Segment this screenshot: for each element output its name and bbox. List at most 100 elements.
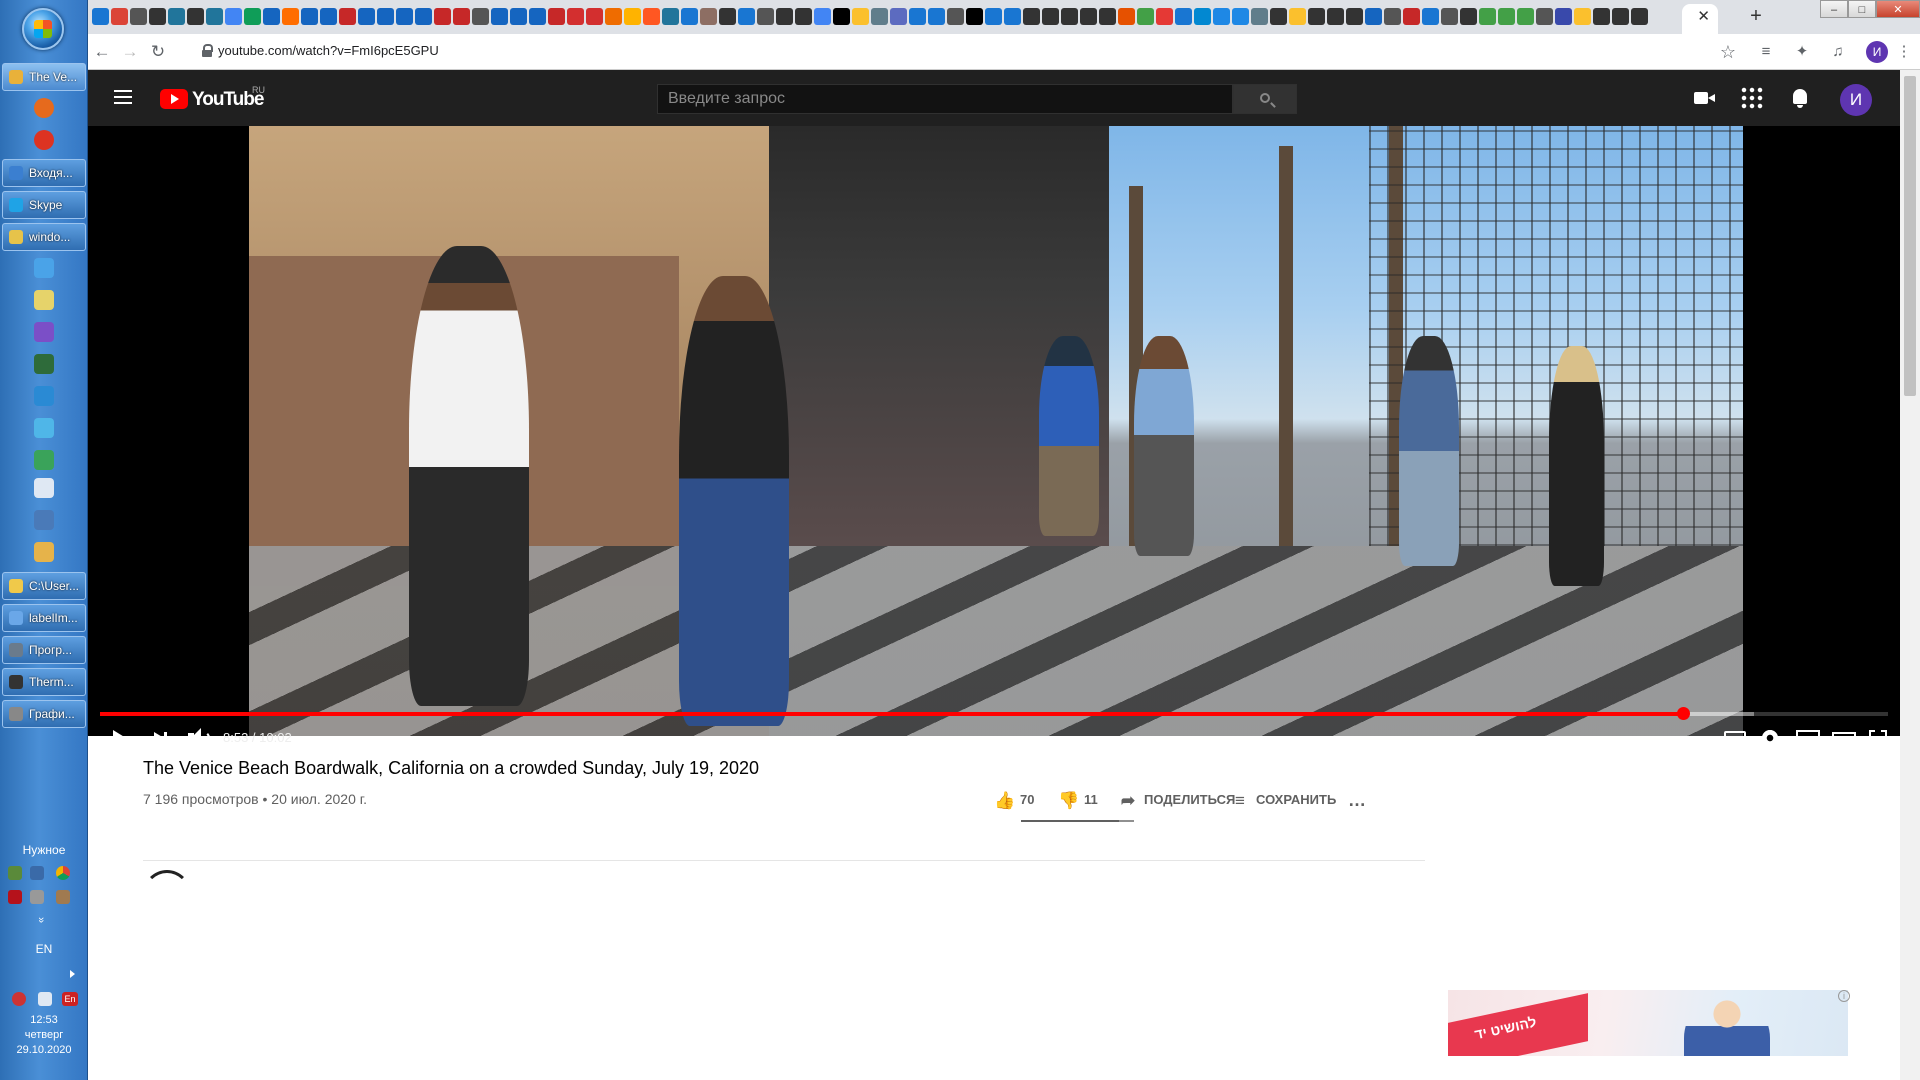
- opera-icon[interactable]: [34, 130, 54, 150]
- pinned-tab-favicon-icon[interactable]: [1479, 8, 1496, 25]
- fullscreen-button[interactable]: [1860, 720, 1896, 756]
- user-avatar[interactable]: И: [1840, 84, 1872, 116]
- pinned-tab-favicon-icon[interactable]: [225, 8, 242, 25]
- pinned-tab-favicon-icon[interactable]: [206, 8, 223, 25]
- close-window-button[interactable]: ✕: [1876, 0, 1920, 18]
- pinned-tab-favicon-icon[interactable]: [1612, 8, 1629, 25]
- system-clock[interactable]: 12:53 четверг 29.10.2020: [0, 1013, 88, 1058]
- like-button[interactable]: 👍 70: [994, 782, 1034, 818]
- subtitles-button[interactable]: [1716, 720, 1752, 756]
- scrollbar-thumb[interactable]: [1904, 76, 1916, 396]
- pinned-tab-favicon-icon[interactable]: [434, 8, 451, 25]
- pinned-tab-favicon-icon[interactable]: [377, 8, 394, 25]
- pinned-tab-favicon-icon[interactable]: [1460, 8, 1477, 25]
- pinned-tab-favicon-icon[interactable]: [1213, 8, 1230, 25]
- pinned-tab-favicon-icon[interactable]: [1080, 8, 1097, 25]
- pinned-tab-favicon-icon[interactable]: [111, 8, 128, 25]
- pinned-tab-favicon-icon[interactable]: [548, 8, 565, 25]
- tray-app-icon[interactable]: [8, 866, 22, 880]
- taskbar-task[interactable]: Графи...: [2, 700, 86, 728]
- reload-button[interactable]: ↻: [146, 40, 170, 64]
- pinned-tab-favicon-icon[interactable]: [453, 8, 470, 25]
- pinned-tab-favicon-icon[interactable]: [605, 8, 622, 25]
- pinned-tab-favicon-icon[interactable]: [1289, 8, 1306, 25]
- taskbar-task[interactable]: C:\User...: [2, 572, 86, 600]
- pinned-tab-favicon-icon[interactable]: [263, 8, 280, 25]
- pinned-tab-favicon-icon[interactable]: [529, 8, 546, 25]
- pinned-tab-favicon-icon[interactable]: [187, 8, 204, 25]
- pinned-tab-favicon-icon[interactable]: [92, 8, 109, 25]
- pinned-tab-favicon-icon[interactable]: [1232, 8, 1249, 25]
- pinned-tab-favicon-icon[interactable]: [149, 8, 166, 25]
- pinned-tab-favicon-icon[interactable]: [909, 8, 926, 25]
- taskbar-task[interactable]: Therm...: [2, 668, 86, 696]
- url-text[interactable]: youtube.com/watch?v=FmI6pcE5GPU: [218, 43, 439, 58]
- taskbar-task[interactable]: Входя...: [2, 159, 86, 187]
- pinned-tab-favicon-icon[interactable]: [1384, 8, 1401, 25]
- pinned-tab-favicon-icon[interactable]: [1327, 8, 1344, 25]
- extensions-icon[interactable]: ✦: [1792, 42, 1812, 62]
- play-button[interactable]: [100, 720, 136, 756]
- progress-bar[interactable]: [100, 707, 1888, 720]
- next-video-button[interactable]: [142, 720, 178, 756]
- pinned-tab-favicon-icon[interactable]: [1156, 8, 1173, 25]
- filezilla-icon[interactable]: [8, 890, 22, 904]
- maximize-button[interactable]: □: [1848, 0, 1876, 18]
- pinned-tab-favicon-icon[interactable]: [567, 8, 584, 25]
- pinned-tab-favicon-icon[interactable]: [795, 8, 812, 25]
- pinned-tab-favicon-icon[interactable]: [719, 8, 736, 25]
- package-icon[interactable]: [34, 478, 54, 498]
- tab-close-icon[interactable]: ✕: [1697, 7, 1710, 25]
- pinned-tab-favicon-icon[interactable]: [358, 8, 375, 25]
- pinned-tab-favicon-icon[interactable]: [1498, 8, 1515, 25]
- reading-list-icon[interactable]: ≡: [1756, 42, 1776, 62]
- pinned-tab-favicon-icon[interactable]: [491, 8, 508, 25]
- pinned-tab-favicon-icon[interactable]: [320, 8, 337, 25]
- page-scrollbar[interactable]: [1900, 70, 1920, 1080]
- pinned-tab-favicon-icon[interactable]: [985, 8, 1002, 25]
- pinned-tab-favicon-icon[interactable]: [890, 8, 907, 25]
- pinned-tab-favicon-icon[interactable]: [833, 8, 850, 25]
- taskbar-task[interactable]: Прогр...: [2, 636, 86, 664]
- pinned-tab-favicon-icon[interactable]: [700, 8, 717, 25]
- ad-info-icon[interactable]: i: [1838, 990, 1850, 1002]
- app-icon[interactable]: [34, 418, 54, 438]
- active-tab[interactable]: ✕: [1682, 4, 1718, 34]
- create-video-icon[interactable]: [1692, 86, 1716, 110]
- video-player[interactable]: 8:53 / 10:02: [88, 126, 1900, 749]
- tray-arrow-icon[interactable]: [70, 970, 75, 978]
- 7zip-icon[interactable]: [34, 354, 54, 374]
- taskbar-task[interactable]: Skype: [2, 191, 86, 219]
- pinned-tab-favicon-icon[interactable]: [472, 8, 489, 25]
- pinned-tab-favicon-icon[interactable]: [1441, 8, 1458, 25]
- language-badge-icon[interactable]: En: [62, 992, 78, 1006]
- weather-icon[interactable]: [34, 258, 54, 278]
- dislike-button[interactable]: 👎 11: [1058, 782, 1098, 818]
- pinned-tab-favicon-icon[interactable]: [1555, 8, 1572, 25]
- pinned-tab-favicon-icon[interactable]: [1593, 8, 1610, 25]
- pinned-tab-favicon-icon[interactable]: [1023, 8, 1040, 25]
- search-button[interactable]: [1233, 84, 1297, 114]
- pinned-tab-favicon-icon[interactable]: [1061, 8, 1078, 25]
- pinned-tab-favicon-icon[interactable]: [1251, 8, 1268, 25]
- lock-icon[interactable]: [202, 44, 213, 57]
- pinned-tab-favicon-icon[interactable]: [624, 8, 641, 25]
- notifications-bell-icon[interactable]: [1788, 86, 1812, 110]
- pinned-tab-favicon-icon[interactable]: [814, 8, 831, 25]
- pinned-tab-favicon-icon[interactable]: [1042, 8, 1059, 25]
- pinned-tab-favicon-icon[interactable]: [339, 8, 356, 25]
- pinned-tab-favicon-icon[interactable]: [947, 8, 964, 25]
- tray-app-icon[interactable]: [56, 890, 70, 904]
- pinned-tab-favicon-icon[interactable]: [1137, 8, 1154, 25]
- folder-icon[interactable]: [34, 542, 54, 562]
- tray-app-icon[interactable]: [30, 866, 44, 880]
- pinned-tab-favicon-icon[interactable]: [282, 8, 299, 25]
- chrome-menu-icon[interactable]: ⋮: [1894, 42, 1914, 62]
- taskbar-task[interactable]: labelIm...: [2, 604, 86, 632]
- progress-scrubber[interactable]: [1677, 707, 1691, 720]
- minimize-button[interactable]: –: [1820, 0, 1848, 18]
- apps-grid-icon[interactable]: [1740, 86, 1764, 110]
- pinned-tab-favicon-icon[interactable]: [1194, 8, 1211, 25]
- pinned-tab-favicon-icon[interactable]: [1574, 8, 1591, 25]
- pinned-tab-favicon-icon[interactable]: [1365, 8, 1382, 25]
